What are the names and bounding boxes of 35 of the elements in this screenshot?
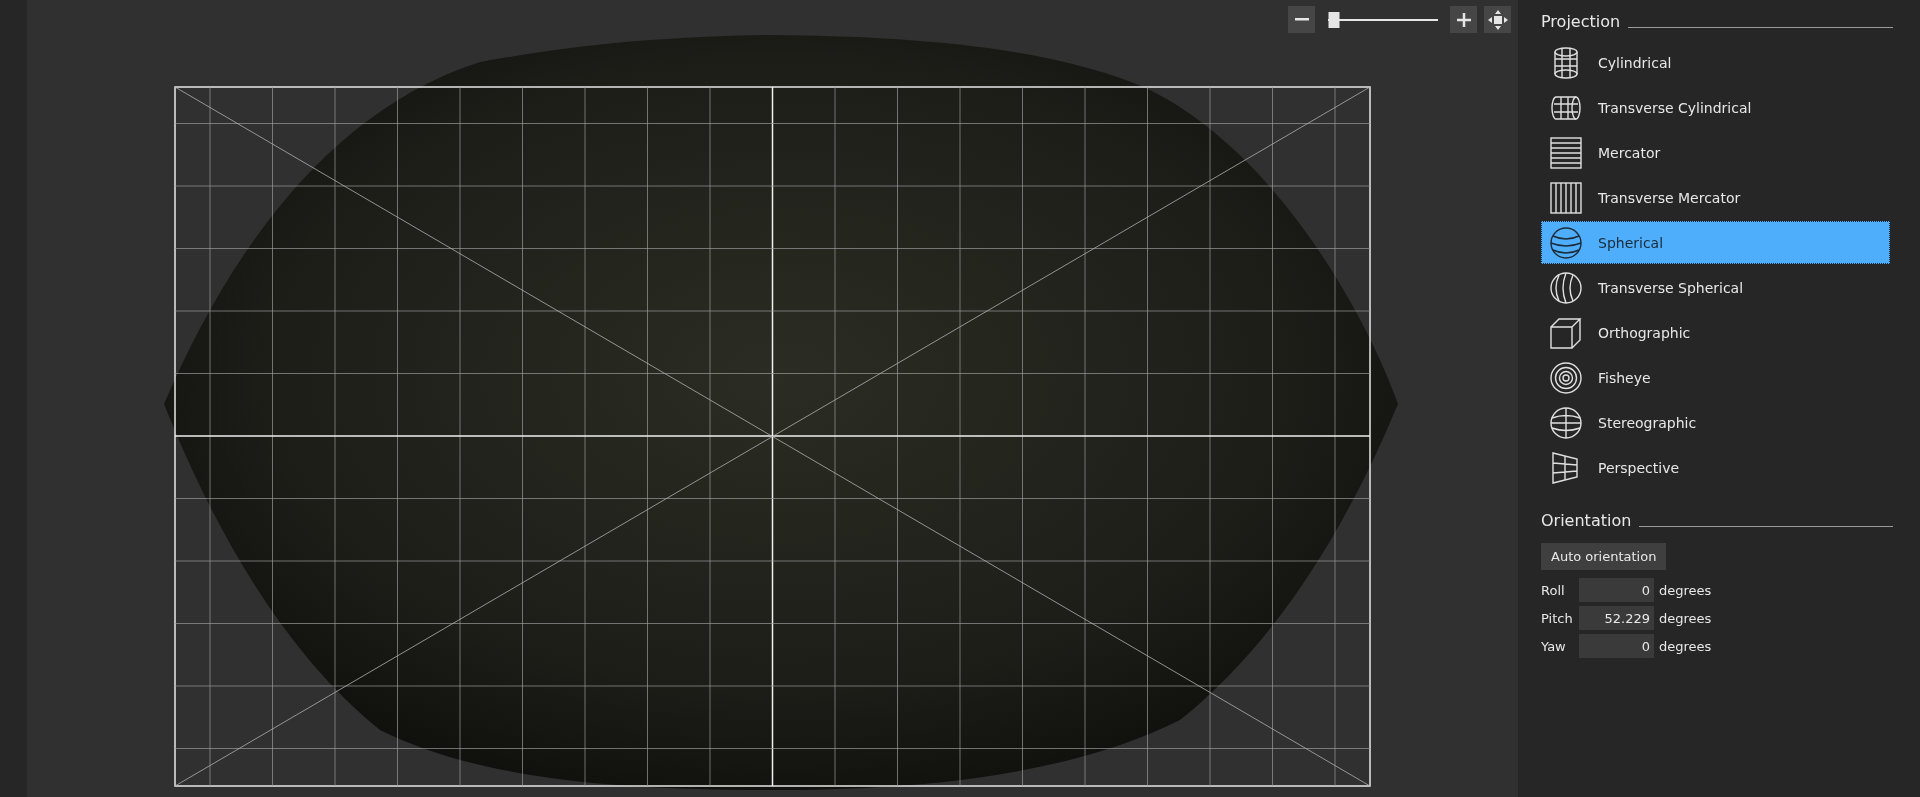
- projection-option[interactable]: Mercator: [1541, 131, 1890, 174]
- projection-option[interactable]: Cylindrical: [1541, 41, 1890, 84]
- plus-icon: [1455, 11, 1472, 28]
- unit-label: degrees: [1659, 582, 1712, 598]
- projection-option[interactable]: Orthographic: [1541, 311, 1890, 354]
- section-title: Projection: [1541, 14, 1621, 30]
- field-label: Roll: [1541, 582, 1566, 598]
- stereographic-icon: [1548, 404, 1584, 441]
- projection-option[interactable]: Transverse Spherical: [1541, 266, 1890, 309]
- projection-option[interactable]: Fisheye: [1541, 356, 1890, 399]
- auto-orientation-button[interactable]: Auto orientation: [1541, 543, 1667, 570]
- fit-button[interactable]: [1484, 6, 1511, 33]
- unit-label: degrees: [1659, 610, 1712, 626]
- spherical-icon: [1548, 224, 1584, 261]
- transverse-spherical-icon: [1548, 269, 1584, 306]
- fisheye-icon: [1548, 359, 1584, 396]
- zoom-out-button[interactable]: [1288, 6, 1315, 33]
- fit-icon: [1487, 9, 1508, 30]
- slider-thumb[interactable]: [1328, 12, 1339, 28]
- input-field[interactable]: 0: [1579, 578, 1654, 602]
- field-label: Yaw: [1541, 638, 1567, 654]
- unit-label: degrees: [1659, 638, 1712, 654]
- input-field[interactable]: 0: [1579, 634, 1654, 658]
- input-field[interactable]: 52.229: [1579, 606, 1654, 630]
- projection-option[interactable]: Spherical: [1541, 221, 1890, 264]
- transverse-mercator-icon: [1548, 179, 1584, 216]
- zoom-in-button[interactable]: [1450, 6, 1477, 33]
- minus-icon: [1294, 18, 1309, 21]
- field-label: Pitch: [1541, 610, 1574, 626]
- projection-option[interactable]: Stereographic: [1541, 401, 1890, 444]
- projection-option[interactable]: Perspective: [1541, 446, 1890, 489]
- projection-option[interactable]: Transverse Cylindrical: [1541, 86, 1890, 129]
- mercator-icon: [1548, 134, 1584, 171]
- section-title: Orientation: [1541, 513, 1632, 529]
- projection-option[interactable]: Transverse Mercator: [1541, 176, 1890, 219]
